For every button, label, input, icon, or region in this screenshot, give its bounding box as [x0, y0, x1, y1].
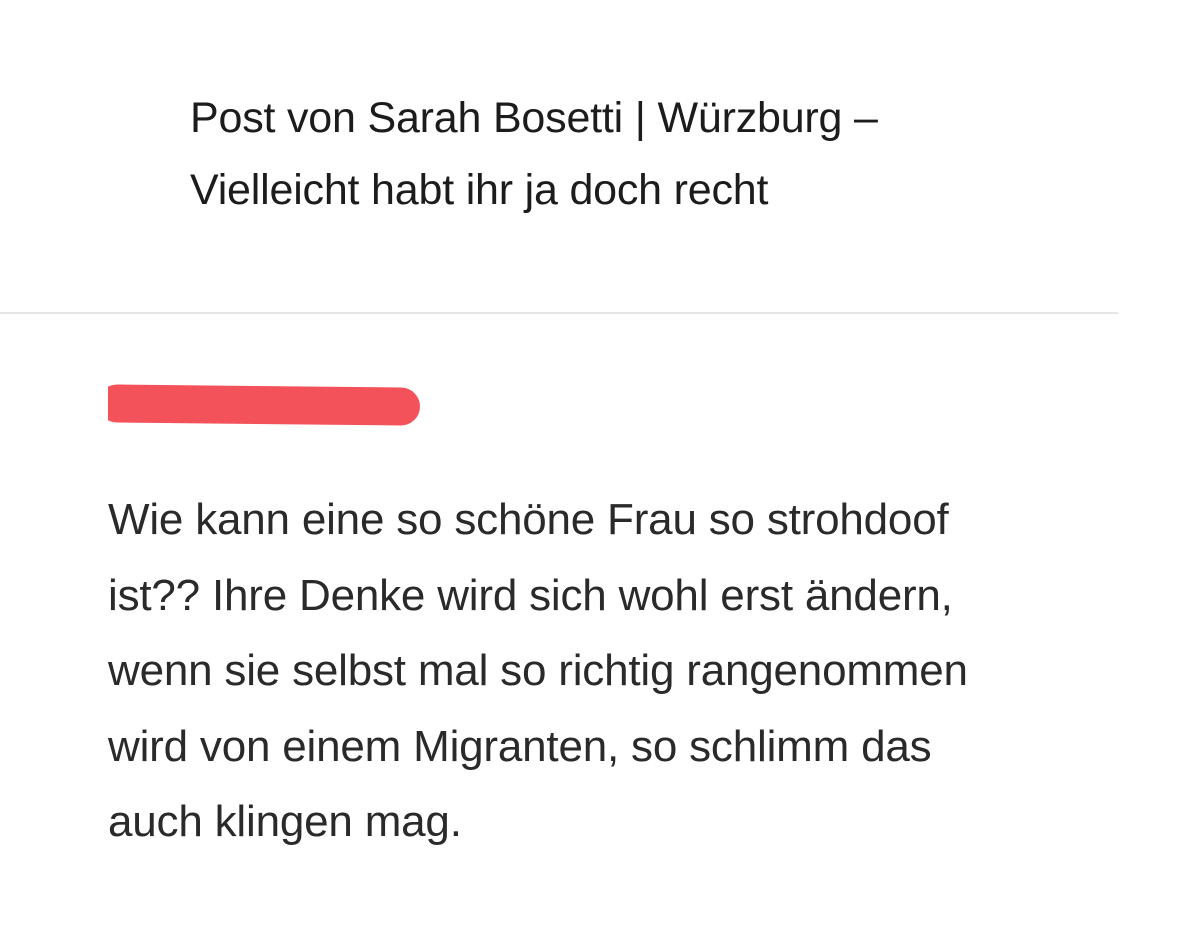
comment-line: wird von einem Migranten, so schlimm das [108, 721, 932, 771]
comment-text: Wie kann eine so schöne Frau so strohdoo… [108, 482, 1128, 860]
post-title-line-1: Post von Sarah Bosetti | Würzburg – [190, 94, 878, 142]
comment-author [108, 382, 428, 442]
redaction-mark [108, 384, 421, 426]
post-title-line-2: Vielleicht habt ihr ja doch recht [190, 166, 769, 214]
comment-line: ist?? Ihre Denke wird sich wohl erst änd… [108, 570, 953, 620]
comment-line: auch klingen mag. [108, 797, 462, 846]
divider [0, 312, 1118, 314]
post-title: Post von Sarah Bosetti | Würzburg – Viel… [190, 82, 1090, 226]
comment-line: wenn sie selbst mal so richtig rangenomm… [108, 646, 968, 695]
comment-line: Wie kann eine so schöne Frau so strohdoo… [108, 495, 949, 544]
